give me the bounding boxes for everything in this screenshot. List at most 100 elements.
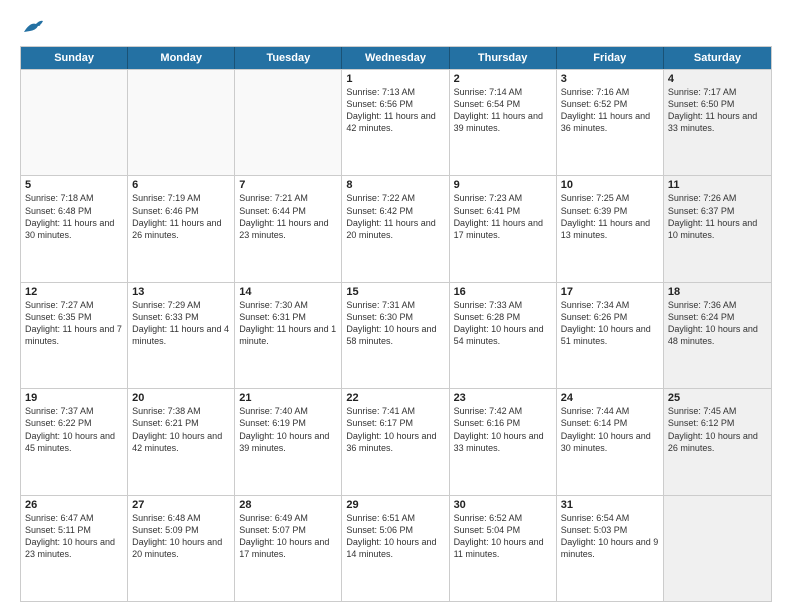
- cell-info-text: Sunrise: 7:21 AM Sunset: 6:44 PM Dayligh…: [239, 192, 337, 241]
- day-number: 28: [239, 499, 337, 511]
- day-number: 10: [561, 179, 659, 191]
- cell-info-text: Sunrise: 7:19 AM Sunset: 6:46 PM Dayligh…: [132, 192, 230, 241]
- cal-cell-r2-c5: 17Sunrise: 7:34 AM Sunset: 6:26 PM Dayli…: [557, 283, 664, 388]
- cell-info-text: Sunrise: 7:38 AM Sunset: 6:21 PM Dayligh…: [132, 405, 230, 454]
- cal-header-friday: Friday: [557, 47, 664, 69]
- page: SundayMondayTuesdayWednesdayThursdayFrid…: [0, 0, 792, 612]
- cal-cell-r1-c2: 7Sunrise: 7:21 AM Sunset: 6:44 PM Daylig…: [235, 176, 342, 281]
- day-number: 2: [454, 73, 552, 85]
- cell-info-text: Sunrise: 7:13 AM Sunset: 6:56 PM Dayligh…: [346, 86, 444, 135]
- cal-cell-r3-c2: 21Sunrise: 7:40 AM Sunset: 6:19 PM Dayli…: [235, 389, 342, 494]
- cell-info-text: Sunrise: 7:17 AM Sunset: 6:50 PM Dayligh…: [668, 86, 767, 135]
- cal-cell-r2-c0: 12Sunrise: 7:27 AM Sunset: 6:35 PM Dayli…: [21, 283, 128, 388]
- day-number: 7: [239, 179, 337, 191]
- cal-row-4: 26Sunrise: 6:47 AM Sunset: 5:11 PM Dayli…: [21, 495, 771, 601]
- day-number: 24: [561, 392, 659, 404]
- cell-info-text: Sunrise: 7:27 AM Sunset: 6:35 PM Dayligh…: [25, 299, 123, 348]
- cal-header-saturday: Saturday: [664, 47, 771, 69]
- cell-info-text: Sunrise: 6:47 AM Sunset: 5:11 PM Dayligh…: [25, 512, 123, 561]
- day-number: 6: [132, 179, 230, 191]
- cell-info-text: Sunrise: 7:26 AM Sunset: 6:37 PM Dayligh…: [668, 192, 767, 241]
- cal-cell-r0-c6: 4Sunrise: 7:17 AM Sunset: 6:50 PM Daylig…: [664, 70, 771, 175]
- cal-cell-r4-c6: [664, 496, 771, 601]
- cell-info-text: Sunrise: 7:22 AM Sunset: 6:42 PM Dayligh…: [346, 192, 444, 241]
- day-number: 11: [668, 179, 767, 191]
- cell-info-text: Sunrise: 7:45 AM Sunset: 6:12 PM Dayligh…: [668, 405, 767, 454]
- cell-info-text: Sunrise: 7:44 AM Sunset: 6:14 PM Dayligh…: [561, 405, 659, 454]
- cal-cell-r2-c1: 13Sunrise: 7:29 AM Sunset: 6:33 PM Dayli…: [128, 283, 235, 388]
- cal-cell-r0-c1: [128, 70, 235, 175]
- day-number: 3: [561, 73, 659, 85]
- cell-info-text: Sunrise: 7:34 AM Sunset: 6:26 PM Dayligh…: [561, 299, 659, 348]
- cal-row-1: 5Sunrise: 7:18 AM Sunset: 6:48 PM Daylig…: [21, 175, 771, 281]
- cal-cell-r4-c5: 31Sunrise: 6:54 AM Sunset: 5:03 PM Dayli…: [557, 496, 664, 601]
- cal-cell-r3-c5: 24Sunrise: 7:44 AM Sunset: 6:14 PM Dayli…: [557, 389, 664, 494]
- cell-info-text: Sunrise: 6:54 AM Sunset: 5:03 PM Dayligh…: [561, 512, 659, 561]
- cal-cell-r1-c6: 11Sunrise: 7:26 AM Sunset: 6:37 PM Dayli…: [664, 176, 771, 281]
- cal-cell-r4-c2: 28Sunrise: 6:49 AM Sunset: 5:07 PM Dayli…: [235, 496, 342, 601]
- cal-cell-r2-c6: 18Sunrise: 7:36 AM Sunset: 6:24 PM Dayli…: [664, 283, 771, 388]
- cell-info-text: Sunrise: 7:18 AM Sunset: 6:48 PM Dayligh…: [25, 192, 123, 241]
- cal-cell-r2-c3: 15Sunrise: 7:31 AM Sunset: 6:30 PM Dayli…: [342, 283, 449, 388]
- cell-info-text: Sunrise: 7:23 AM Sunset: 6:41 PM Dayligh…: [454, 192, 552, 241]
- cell-info-text: Sunrise: 7:41 AM Sunset: 6:17 PM Dayligh…: [346, 405, 444, 454]
- cal-header-tuesday: Tuesday: [235, 47, 342, 69]
- day-number: 30: [454, 499, 552, 511]
- calendar: SundayMondayTuesdayWednesdayThursdayFrid…: [20, 46, 772, 602]
- cell-info-text: Sunrise: 6:49 AM Sunset: 5:07 PM Dayligh…: [239, 512, 337, 561]
- cal-cell-r1-c3: 8Sunrise: 7:22 AM Sunset: 6:42 PM Daylig…: [342, 176, 449, 281]
- cell-info-text: Sunrise: 6:48 AM Sunset: 5:09 PM Dayligh…: [132, 512, 230, 561]
- cal-header-thursday: Thursday: [450, 47, 557, 69]
- day-number: 1: [346, 73, 444, 85]
- cal-cell-r0-c4: 2Sunrise: 7:14 AM Sunset: 6:54 PM Daylig…: [450, 70, 557, 175]
- cell-info-text: Sunrise: 7:36 AM Sunset: 6:24 PM Dayligh…: [668, 299, 767, 348]
- cal-header-monday: Monday: [128, 47, 235, 69]
- day-number: 14: [239, 286, 337, 298]
- cal-cell-r0-c5: 3Sunrise: 7:16 AM Sunset: 6:52 PM Daylig…: [557, 70, 664, 175]
- day-number: 16: [454, 286, 552, 298]
- logo: [20, 18, 44, 36]
- day-number: 29: [346, 499, 444, 511]
- cal-cell-r1-c4: 9Sunrise: 7:23 AM Sunset: 6:41 PM Daylig…: [450, 176, 557, 281]
- day-number: 27: [132, 499, 230, 511]
- day-number: 19: [25, 392, 123, 404]
- cal-cell-r4-c0: 26Sunrise: 6:47 AM Sunset: 5:11 PM Dayli…: [21, 496, 128, 601]
- cal-cell-r4-c1: 27Sunrise: 6:48 AM Sunset: 5:09 PM Dayli…: [128, 496, 235, 601]
- cell-info-text: Sunrise: 7:16 AM Sunset: 6:52 PM Dayligh…: [561, 86, 659, 135]
- cal-cell-r3-c6: 25Sunrise: 7:45 AM Sunset: 6:12 PM Dayli…: [664, 389, 771, 494]
- cal-header-wednesday: Wednesday: [342, 47, 449, 69]
- day-number: 15: [346, 286, 444, 298]
- cell-info-text: Sunrise: 7:40 AM Sunset: 6:19 PM Dayligh…: [239, 405, 337, 454]
- cell-info-text: Sunrise: 7:25 AM Sunset: 6:39 PM Dayligh…: [561, 192, 659, 241]
- cal-cell-r1-c5: 10Sunrise: 7:25 AM Sunset: 6:39 PM Dayli…: [557, 176, 664, 281]
- cell-info-text: Sunrise: 7:33 AM Sunset: 6:28 PM Dayligh…: [454, 299, 552, 348]
- cal-cell-r2-c4: 16Sunrise: 7:33 AM Sunset: 6:28 PM Dayli…: [450, 283, 557, 388]
- cal-cell-r4-c3: 29Sunrise: 6:51 AM Sunset: 5:06 PM Dayli…: [342, 496, 449, 601]
- cal-cell-r3-c3: 22Sunrise: 7:41 AM Sunset: 6:17 PM Dayli…: [342, 389, 449, 494]
- header: [20, 18, 772, 36]
- cal-cell-r3-c0: 19Sunrise: 7:37 AM Sunset: 6:22 PM Dayli…: [21, 389, 128, 494]
- cal-row-2: 12Sunrise: 7:27 AM Sunset: 6:35 PM Dayli…: [21, 282, 771, 388]
- day-number: 8: [346, 179, 444, 191]
- day-number: 5: [25, 179, 123, 191]
- cell-info-text: Sunrise: 6:52 AM Sunset: 5:04 PM Dayligh…: [454, 512, 552, 561]
- day-number: 25: [668, 392, 767, 404]
- cal-cell-r2-c2: 14Sunrise: 7:30 AM Sunset: 6:31 PM Dayli…: [235, 283, 342, 388]
- day-number: 18: [668, 286, 767, 298]
- day-number: 23: [454, 392, 552, 404]
- cell-info-text: Sunrise: 7:42 AM Sunset: 6:16 PM Dayligh…: [454, 405, 552, 454]
- cal-row-3: 19Sunrise: 7:37 AM Sunset: 6:22 PM Dayli…: [21, 388, 771, 494]
- cell-info-text: Sunrise: 6:51 AM Sunset: 5:06 PM Dayligh…: [346, 512, 444, 561]
- cal-row-0: 1Sunrise: 7:13 AM Sunset: 6:56 PM Daylig…: [21, 69, 771, 175]
- cal-cell-r3-c1: 20Sunrise: 7:38 AM Sunset: 6:21 PM Dayli…: [128, 389, 235, 494]
- cal-cell-r4-c4: 30Sunrise: 6:52 AM Sunset: 5:04 PM Dayli…: [450, 496, 557, 601]
- day-number: 31: [561, 499, 659, 511]
- cal-cell-r0-c2: [235, 70, 342, 175]
- cell-info-text: Sunrise: 7:29 AM Sunset: 6:33 PM Dayligh…: [132, 299, 230, 348]
- cal-cell-r1-c1: 6Sunrise: 7:19 AM Sunset: 6:46 PM Daylig…: [128, 176, 235, 281]
- calendar-body: 1Sunrise: 7:13 AM Sunset: 6:56 PM Daylig…: [21, 69, 771, 601]
- day-number: 21: [239, 392, 337, 404]
- cell-info-text: Sunrise: 7:31 AM Sunset: 6:30 PM Dayligh…: [346, 299, 444, 348]
- day-number: 9: [454, 179, 552, 191]
- cell-info-text: Sunrise: 7:14 AM Sunset: 6:54 PM Dayligh…: [454, 86, 552, 135]
